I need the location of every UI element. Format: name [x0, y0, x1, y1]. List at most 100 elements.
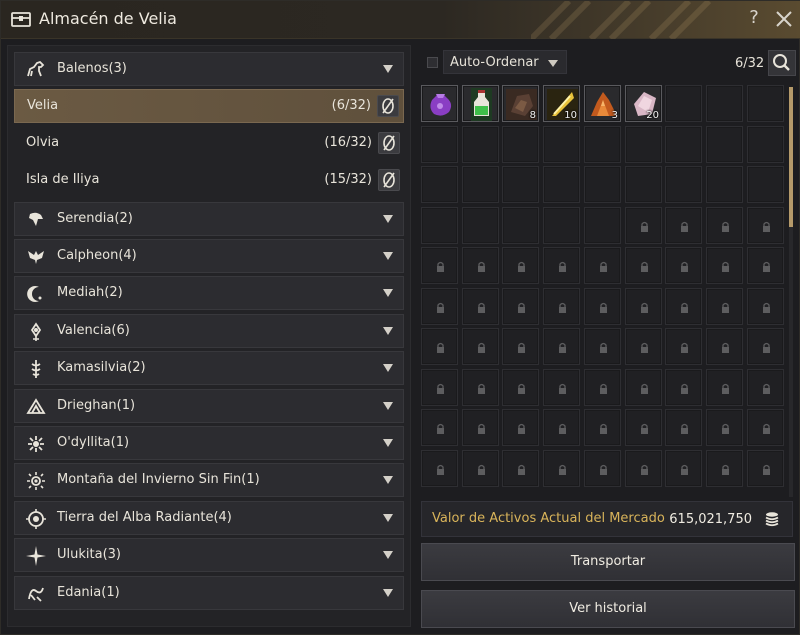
lock-icon [600, 383, 607, 394]
locked-slot [706, 247, 743, 284]
empty-slot[interactable] [502, 166, 539, 203]
hide-toggle-button[interactable] [378, 131, 400, 154]
lock-icon [600, 342, 607, 353]
region-row[interactable]: Calpheon(4) [14, 239, 404, 273]
compass-star-icon [26, 546, 46, 567]
item-slot[interactable] [421, 85, 458, 122]
region-row[interactable]: Mediah(2) [14, 276, 404, 311]
empty-slot[interactable] [421, 126, 458, 163]
lock-icon [681, 261, 688, 272]
empty-slot[interactable] [625, 166, 662, 203]
chevron-down-icon [548, 60, 558, 67]
item-slot[interactable]: 8 [502, 85, 539, 122]
empty-slot[interactable] [665, 126, 702, 163]
region-row[interactable]: Valencia(6) [14, 313, 404, 348]
history-button[interactable]: Ver historial [421, 590, 795, 628]
close-icon[interactable] [772, 7, 796, 31]
lock-icon [641, 464, 648, 475]
region-row[interactable]: Tierra del Alba Radiante(4) [14, 500, 404, 535]
empty-slot[interactable] [747, 85, 784, 122]
help-button[interactable]: ? [745, 7, 763, 31]
search-button[interactable] [768, 50, 796, 76]
lock-icon [600, 423, 607, 434]
region-row[interactable]: Drieghan(1) [14, 388, 404, 423]
region-row[interactable]: Serendia(2) [14, 201, 404, 236]
transport-button[interactable]: Transportar [421, 543, 795, 581]
empty-slot[interactable] [584, 207, 621, 244]
empty-slot[interactable] [747, 166, 784, 203]
region-row[interactable]: Kamasilvia(2) [14, 351, 404, 386]
empty-slot[interactable] [584, 166, 621, 203]
locked-slot [421, 369, 458, 406]
chevron-down-icon [383, 65, 393, 73]
city-row[interactable]: Isla de Iliya (15/32) [14, 164, 404, 198]
locked-slot [706, 207, 743, 244]
mountain-emblem-icon [26, 397, 46, 414]
grid-scrollbar[interactable] [789, 87, 793, 497]
empty-slot[interactable] [421, 166, 458, 203]
item-slot[interactable]: 20 [625, 85, 662, 122]
empty-slot[interactable] [584, 126, 621, 163]
market-value-panel: Valor de Activos Actual del Mercado 615,… [421, 501, 793, 537]
region-label: Edania(1) [57, 584, 120, 600]
empty-slot[interactable] [502, 207, 539, 244]
hidden-eye-icon [383, 134, 395, 151]
locked-slot [421, 409, 458, 446]
empty-slot[interactable] [543, 207, 580, 244]
scroll-thumb[interactable] [789, 87, 793, 227]
locked-slot [462, 369, 499, 406]
city-row[interactable]: Velia (6/32) [14, 89, 404, 124]
sun-emblem-icon [30, 322, 42, 341]
lock-icon [681, 221, 688, 232]
locked-slot [747, 409, 784, 446]
region-row[interactable]: Montaña del Invierno Sin Fin(1) [14, 463, 404, 498]
empty-slot[interactable] [462, 126, 499, 163]
item-slot[interactable]: 10 [543, 85, 580, 122]
item-slot[interactable]: 3 [584, 85, 621, 122]
hidden-eye-icon [382, 98, 394, 115]
empty-slot[interactable] [543, 126, 580, 163]
locked-slot [462, 409, 499, 446]
locked-slot [462, 247, 499, 284]
empty-slot[interactable] [665, 85, 702, 122]
item-slot[interactable] [462, 85, 499, 122]
city-name: Olvia [26, 134, 60, 150]
hide-toggle-button[interactable] [377, 95, 399, 118]
region-list: Balenos(3) Velia (6/32) Olvia (16/32) Isla de… [7, 45, 411, 627]
empty-slot[interactable] [462, 166, 499, 203]
auto-sort-checkbox[interactable] [427, 57, 438, 68]
region-row[interactable]: Balenos(3) [14, 52, 404, 86]
region-row[interactable]: Edania(1) [14, 575, 404, 610]
empty-slot[interactable] [706, 126, 743, 163]
empty-slot[interactable] [747, 126, 784, 163]
auto-sort-label: Auto-Ordenar [450, 55, 539, 70]
locked-slot [665, 288, 702, 325]
locked-slot [421, 247, 458, 284]
lock-icon [478, 383, 485, 394]
locked-slot [706, 409, 743, 446]
region-label: Mediah(2) [57, 285, 123, 301]
empty-slot[interactable] [706, 166, 743, 203]
lock-icon [681, 464, 688, 475]
city-row[interactable]: Olvia (16/32) [14, 127, 404, 161]
empty-slot[interactable] [665, 166, 702, 203]
chevron-down-icon [383, 289, 393, 298]
empty-slot[interactable] [421, 207, 458, 244]
locked-slot [584, 328, 621, 365]
purple-pouch-icon [430, 94, 452, 116]
hidden-eye-icon [383, 172, 395, 188]
empty-slot[interactable] [625, 126, 662, 163]
region-row[interactable]: O'dyllita(1) [14, 426, 404, 460]
region-row[interactable]: Ulukita(3) [14, 538, 404, 573]
lock-icon [437, 383, 444, 394]
empty-slot[interactable] [706, 85, 743, 122]
empty-slot[interactable] [462, 207, 499, 244]
title-bar[interactable]: Almacén de Velia ? [1, 1, 800, 39]
empty-slot[interactable] [543, 166, 580, 203]
empty-slot[interactable] [502, 126, 539, 163]
hide-toggle-button[interactable] [378, 169, 400, 192]
auto-sort-dropdown[interactable]: Auto-Ordenar [443, 50, 567, 74]
region-label: Ulukita(3) [57, 547, 121, 563]
storage-window: Almacén de Velia ? Balenos(3) Velia (6/32)… [0, 0, 800, 635]
horse-icon [27, 60, 45, 77]
